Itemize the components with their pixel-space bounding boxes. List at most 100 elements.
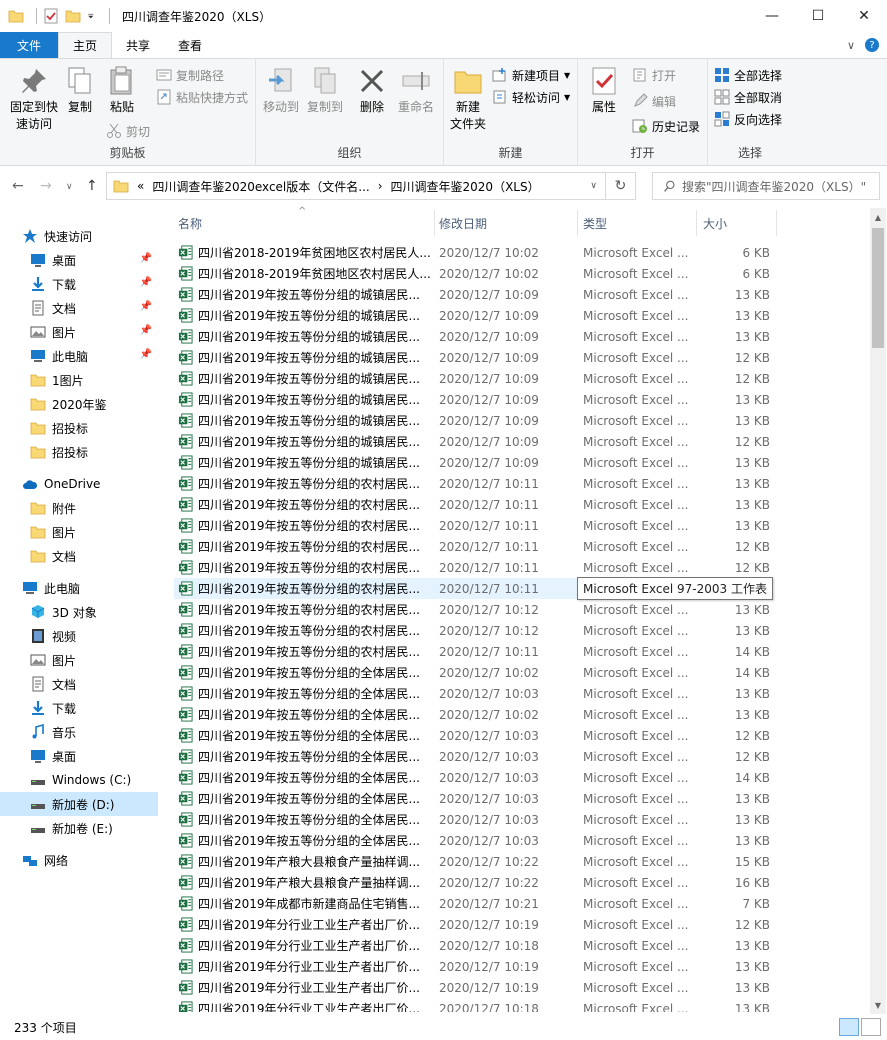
new-folder-icon[interactable] [65, 8, 81, 24]
file-name[interactable]: 四川省2019年按五等份分组的农村居民... [198, 517, 434, 534]
table-row[interactable]: 四川省2019年按五等份分组的农村居民... 2020/12/7 10:11 Mic… [174, 557, 770, 578]
table-row[interactable]: 四川省2019年按五等份分组的城镇居民... 2020/12/7 10:09 Mic… [174, 452, 770, 473]
table-row[interactable]: 四川省2019年按五等份分组的全体居民... 2020/12/7 10:03 Mic… [174, 767, 770, 788]
table-row[interactable]: 四川省2019年按五等份分组的全体居民... 2020/12/7 10:03 Mic… [174, 809, 770, 830]
sidebar-item[interactable]: 招投标 [0, 440, 158, 464]
breadcrumb-overflow[interactable]: « [137, 179, 144, 193]
tab-view[interactable]: 查看 [164, 32, 216, 58]
scroll-down-button[interactable]: ▼ [870, 996, 886, 1014]
column-divider[interactable] [696, 210, 697, 236]
file-name[interactable]: 四川省2019年按五等份分组的城镇居民... [198, 412, 434, 429]
sidebar-item[interactable]: 文档 [0, 544, 158, 568]
sidebar-item[interactable]: 下载 📌 [0, 272, 158, 296]
sidebar-item[interactable]: 3D 对象 [0, 600, 158, 624]
table-row[interactable]: 四川省2019年分行业工业生产者出厂价... 2020/12/7 10:18 Mic… [174, 935, 770, 956]
sidebar-item[interactable]: 文档 📌 [0, 296, 158, 320]
table-row[interactable]: 四川省2018-2019年贫困地区农村居民人... 2020/12/7 10:02… [174, 263, 770, 284]
address-dropdown-button[interactable]: ∨ [590, 181, 597, 191]
file-name[interactable]: 四川省2019年按五等份分组的农村居民... [198, 622, 434, 639]
file-name[interactable]: 四川省2019年按五等份分组的城镇居民... [198, 433, 434, 450]
properties-icon[interactable] [43, 8, 59, 24]
file-name[interactable]: 四川省2019年按五等份分组的全体居民... [198, 832, 434, 849]
new-item-button[interactable]: 新建项目 ▼ [492, 65, 570, 85]
move-to-button[interactable]: 移动到 [260, 65, 302, 116]
pin-to-quick-access-button[interactable]: 固定到快 速访问 [6, 65, 62, 133]
up-button[interactable]: ↑ [86, 178, 98, 194]
recent-locations-button[interactable]: ∨ [66, 182, 73, 192]
table-row[interactable]: 四川省2019年按五等份分组的城镇居民... 2020/12/7 10:09 Mic… [174, 347, 770, 368]
rename-button[interactable]: 重命名 [394, 65, 438, 116]
table-row[interactable]: 四川省2019年按五等份分组的农村居民... 2020/12/7 10:11 Mic… [174, 473, 770, 494]
minimize-button[interactable]: — [749, 0, 795, 32]
table-row[interactable]: 四川省2018-2019年贫困地区农村居民人... 2020/12/7 10:02… [174, 242, 770, 263]
large-icons-view-button[interactable] [861, 1018, 881, 1036]
file-name[interactable]: 四川省2019年按五等份分组的城镇居民... [198, 391, 434, 408]
search-box[interactable]: 搜索"四川调查年鉴2020（XLS）" [652, 172, 880, 200]
table-row[interactable]: 四川省2019年按五等份分组的城镇居民... 2020/12/7 10:09 Mic… [174, 431, 770, 452]
table-row[interactable]: 四川省2019年按五等份分组的全体居民... 2020/12/7 10:02 Mic… [174, 662, 770, 683]
table-row[interactable]: 四川省2019年按五等份分组的农村居民... 2020/12/7 10:12 Mic… [174, 599, 770, 620]
maximize-button[interactable]: ☐ [795, 0, 841, 32]
copy-path-button[interactable]: 复制路径 [156, 65, 224, 85]
sidebar-item[interactable]: Windows (C:) [0, 768, 158, 792]
vertical-scrollbar[interactable]: ▲ ▼ [870, 208, 886, 1014]
table-row[interactable]: 四川省2019年产粮大县粮食产量抽样调... 2020/12/7 10:22 Mic… [174, 872, 770, 893]
column-divider[interactable] [434, 210, 435, 236]
sidebar-item[interactable]: 图片 [0, 648, 158, 672]
column-header-size[interactable]: 大小 [703, 215, 727, 232]
table-row[interactable]: 四川省2019年按五等份分组的城镇居民... 2020/12/7 10:09 Mic… [174, 326, 770, 347]
details-view-button[interactable] [839, 1018, 859, 1036]
table-row[interactable]: 四川省2019年按五等份分组的城镇居民... 2020/12/7 10:09 Mic… [174, 305, 770, 326]
table-row[interactable]: 四川省2019年成都市新建商品住宅销售... 2020/12/7 10:21 Mic… [174, 893, 770, 914]
history-button[interactable]: 历史记录 [632, 116, 700, 136]
table-row[interactable]: 四川省2019年产粮大县粮食产量抽样调... 2020/12/7 10:22 Mic… [174, 851, 770, 872]
column-divider[interactable] [577, 210, 578, 236]
file-name[interactable]: 四川省2019年按五等份分组的全体居民... [198, 685, 434, 702]
table-row[interactable]: 四川省2019年按五等份分组的全体居民... 2020/12/7 10:02 Mic… [174, 704, 770, 725]
file-name[interactable]: 四川省2019年按五等份分组的农村居民... [198, 475, 434, 492]
table-row[interactable]: 四川省2019年按五等份分组的全体居民... 2020/12/7 10:03 Mic… [174, 788, 770, 809]
table-row[interactable]: 四川省2019年按五等份分组的城镇居民... 2020/12/7 10:09 Mic… [174, 368, 770, 389]
file-name[interactable]: 四川省2019年按五等份分组的农村居民... [198, 643, 434, 660]
table-row[interactable]: 四川省2019年分行业工业生产者出厂价... 2020/12/7 10:19 Mic… [174, 977, 770, 998]
scroll-thumb[interactable] [872, 228, 884, 348]
sidebar-item[interactable]: 文档 [0, 672, 158, 696]
tab-file[interactable]: 文件 [0, 32, 58, 58]
file-name[interactable]: 四川省2019年分行业工业生产者出厂价... [198, 937, 434, 954]
tab-home[interactable]: 主页 [58, 32, 113, 58]
easy-access-button[interactable]: 轻松访问 ▼ [492, 87, 570, 107]
file-name[interactable]: 四川省2018-2019年贫困地区农村居民人... [198, 265, 434, 282]
file-name[interactable]: 四川省2019年按五等份分组的全体居民... [198, 664, 434, 681]
file-name[interactable]: 四川省2019年按五等份分组的城镇居民... [198, 307, 434, 324]
file-name[interactable]: 四川省2019年按五等份分组的农村居民... [198, 559, 434, 576]
file-name[interactable]: 四川省2018-2019年贫困地区农村居民人... [198, 244, 434, 261]
table-row[interactable]: 四川省2019年按五等份分组的农村居民... 2020/12/7 10:11 Mic… [174, 536, 770, 557]
file-name[interactable]: 四川省2019年分行业工业生产者出厂价... [198, 1000, 434, 1012]
copy-button[interactable]: 复制 [62, 65, 98, 116]
sidebar-item[interactable]: 图片 [0, 520, 158, 544]
open-button[interactable]: 打开 [632, 65, 676, 85]
table-row[interactable]: 四川省2019年分行业工业生产者出厂价... 2020/12/7 10:19 Mic… [174, 956, 770, 977]
sidebar-item[interactable]: 1图片 [0, 368, 158, 392]
sidebar-item[interactable]: 桌面 📌 [0, 248, 158, 272]
file-name[interactable]: 四川省2019年按五等份分组的城镇居民... [198, 454, 434, 471]
sidebar-item[interactable]: 2020年鉴 [0, 392, 158, 416]
invert-selection-button[interactable]: 反向选择 [714, 109, 782, 129]
file-name[interactable]: 四川省2019年产粮大县粮食产量抽样调... [198, 853, 434, 870]
scroll-up-button[interactable]: ▲ [870, 208, 886, 226]
tab-share[interactable]: 共享 [112, 32, 164, 58]
table-row[interactable]: 四川省2019年按五等份分组的农村居民... 2020/12/7 10:11 Mic… [174, 641, 770, 662]
table-row[interactable]: 四川省2019年按五等份分组的城镇居民... 2020/12/7 10:09 Mic… [174, 410, 770, 431]
file-name[interactable]: 四川省2019年成都市新建商品住宅销售... [198, 895, 434, 912]
sidebar-item[interactable]: 图片 📌 [0, 320, 158, 344]
close-button[interactable]: ✕ [841, 0, 887, 32]
table-row[interactable]: 四川省2019年按五等份分组的全体居民... 2020/12/7 10:03 Mic… [174, 830, 770, 851]
file-name[interactable]: 四川省2019年按五等份分组的城镇居民... [198, 349, 434, 366]
table-row[interactable]: 四川省2019年按五等份分组的全体居民... 2020/12/7 10:03 Mic… [174, 746, 770, 767]
paste-shortcut-button[interactable]: 粘贴快捷方式 [156, 87, 248, 107]
sidebar-item[interactable]: 新加卷 (E:) [0, 816, 158, 840]
file-name[interactable]: 四川省2019年按五等份分组的农村居民... [198, 580, 434, 597]
file-name[interactable]: 四川省2019年按五等份分组的城镇居民... [198, 370, 434, 387]
table-row[interactable]: 四川省2019年按五等份分组的农村居民... 2020/12/7 10:12 Mic… [174, 620, 770, 641]
file-name[interactable]: 四川省2019年按五等份分组的农村居民... [198, 601, 434, 618]
